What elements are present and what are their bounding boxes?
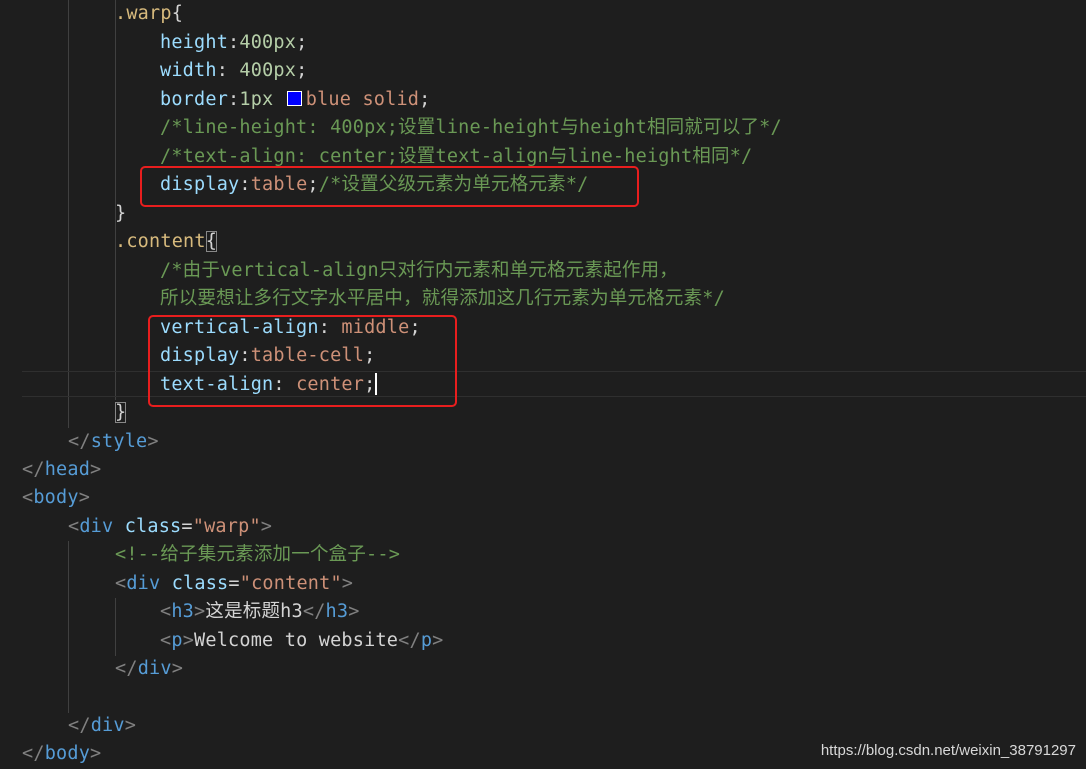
code-comment: /*由于vertical-align只对行内元素和单元格元素起作用，: [160, 260, 679, 281]
p-tag: p: [171, 630, 183, 651]
code-line[interactable]: border:1px blue solid;: [160, 86, 430, 114]
style-tag: style: [90, 431, 148, 452]
p-text: Welcome to website: [194, 630, 399, 651]
code-line[interactable]: .content{: [115, 228, 218, 256]
div-tag: div: [137, 658, 172, 679]
h3-tag: h3: [171, 601, 195, 622]
html-comment: <!--给子集元素添加一个盒子-->: [115, 544, 401, 565]
code-line[interactable]: <p>Welcome to website</p>: [160, 627, 444, 655]
div-tag: div: [79, 516, 114, 537]
height-value: 400px: [239, 32, 297, 53]
code-line[interactable]: <div class="warp">: [68, 513, 272, 541]
code-line[interactable]: </div>: [115, 655, 183, 683]
class-value: "warp": [192, 516, 261, 537]
code-line[interactable]: </body>: [22, 740, 101, 768]
border-color-value: blue: [305, 89, 352, 110]
border-width-value: 1px: [239, 89, 274, 110]
matched-brace: {: [205, 231, 218, 252]
code-comment: /*line-height: 400px;设置line-height与heigh…: [160, 117, 782, 138]
code-line[interactable]: <h3>这是标题h3</h3>: [160, 598, 360, 626]
body-tag: body: [33, 487, 79, 508]
warp-selector: .warp: [115, 3, 172, 24]
highlight-box-display-table: [140, 166, 639, 207]
border-property: border: [160, 89, 229, 110]
h3-text: 这是标题h3: [205, 601, 303, 622]
h3-tag: h3: [325, 601, 349, 622]
color-swatch-icon[interactable]: [286, 91, 302, 106]
highlight-box-table-cell: [148, 315, 457, 407]
code-comment: 所以要想让多行文字水平居中，就得添加这几行元素为单元格元素*/: [160, 288, 725, 309]
head-tag: head: [44, 459, 91, 480]
code-editor[interactable]: .warp{ height:400px; width: 400px; borde…: [0, 0, 1086, 769]
class-attribute: class: [124, 516, 182, 537]
indent-guide: [68, 0, 69, 428]
watermark-text: https://blog.csdn.net/weixin_38791297: [820, 742, 1076, 759]
code-line[interactable]: .warp{: [115, 0, 183, 28]
class-value: "content": [239, 573, 342, 594]
code-line[interactable]: </head>: [22, 456, 101, 484]
indent-guide: [115, 598, 116, 656]
class-attribute: class: [171, 573, 229, 594]
code-line[interactable]: }: [115, 200, 126, 228]
code-line[interactable]: <body>: [22, 484, 90, 512]
code-line[interactable]: <div class="content">: [115, 570, 353, 598]
code-line[interactable]: </div>: [68, 712, 136, 740]
body-tag: body: [44, 743, 91, 764]
matched-brace: }: [115, 402, 127, 423]
width-property: width: [160, 60, 217, 81]
code-line[interactable]: </style>: [68, 428, 159, 456]
code-line[interactable]: }: [115, 399, 127, 427]
p-tag: p: [420, 630, 433, 651]
height-property: height: [160, 32, 229, 53]
content-selector: .content: [115, 231, 206, 252]
border-style-value: solid: [362, 89, 420, 110]
indent-guide: [68, 541, 69, 713]
code-line[interactable]: height:400px;: [160, 29, 307, 57]
width-value: 400px: [239, 60, 297, 81]
div-tag: div: [90, 715, 125, 736]
div-tag: div: [126, 573, 161, 594]
code-line[interactable]: width: 400px;: [160, 57, 307, 85]
